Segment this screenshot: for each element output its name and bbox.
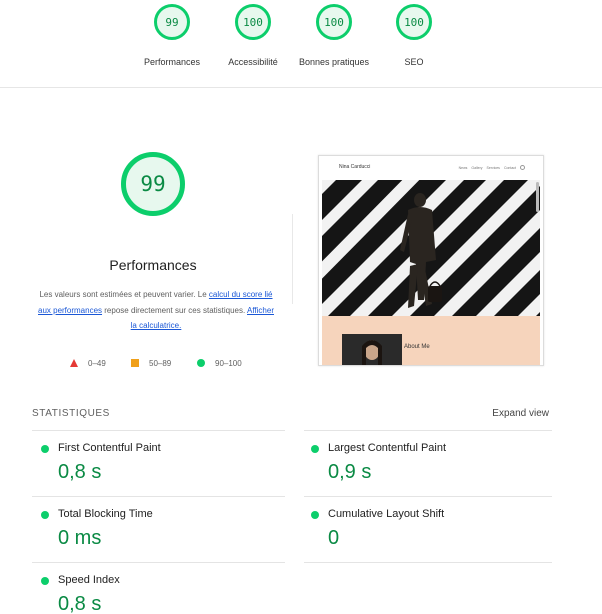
metric-value: 0,8 s bbox=[58, 461, 102, 483]
pass-icon bbox=[311, 445, 319, 453]
metric-name: First Contentful Paint bbox=[58, 442, 161, 454]
preview-nav-item: News bbox=[458, 165, 468, 170]
metric-value: 0 bbox=[328, 527, 340, 549]
category-label: Performances bbox=[143, 57, 201, 67]
category-label: SEO bbox=[404, 57, 424, 67]
performance-description: Les valeurs sont estimées et peuvent var… bbox=[34, 287, 278, 334]
score-ring: 100 bbox=[316, 4, 352, 40]
description-text: Les valeurs sont estimées et peuvent var… bbox=[39, 290, 209, 299]
score-value: 100 bbox=[404, 15, 424, 29]
performance-score-value: 99 bbox=[140, 172, 166, 196]
category-label: Accessibilité bbox=[228, 57, 278, 67]
pass-icon bbox=[41, 577, 49, 585]
metric-name: Total Blocking Time bbox=[58, 508, 153, 520]
portrait-photo bbox=[342, 334, 402, 365]
category-label: Bonnes pratiques bbox=[298, 57, 370, 67]
description-text: repose directement sur ces statistiques. bbox=[102, 305, 247, 315]
legend-item-pass: 90–100 bbox=[197, 357, 242, 369]
legend-range: 50–89 bbox=[149, 358, 172, 368]
divider bbox=[32, 430, 285, 431]
legend-item-fail: 0–49 bbox=[70, 357, 106, 369]
category-scores-bar: 99 Performances 100 Accessibilité 100 Bo… bbox=[0, 0, 602, 88]
metric-value: 0 ms bbox=[58, 527, 102, 549]
divider bbox=[304, 562, 552, 563]
circle-icon bbox=[197, 359, 205, 367]
metric-name: Cumulative Layout Shift bbox=[328, 508, 445, 520]
divider bbox=[304, 430, 552, 431]
divider bbox=[292, 214, 293, 304]
pass-icon bbox=[41, 511, 49, 519]
score-value: 99 bbox=[165, 15, 179, 29]
instagram-icon bbox=[520, 165, 525, 170]
preview-about-section: About Me bbox=[322, 316, 540, 365]
final-screenshot-preview[interactable]: Nina Carducci News Gallery Services Cont… bbox=[318, 155, 544, 366]
metric-value: 0,9 s bbox=[328, 461, 372, 483]
square-icon bbox=[131, 359, 139, 367]
score-ring: 100 bbox=[235, 4, 271, 40]
score-value: 100 bbox=[324, 15, 344, 29]
performance-score-gauge: 99 bbox=[121, 152, 185, 216]
category-gauge-performance[interactable]: 99 Performances bbox=[130, 4, 214, 67]
preview-site-name: Nina Carducci bbox=[339, 164, 371, 170]
preview-scrollbar bbox=[536, 182, 539, 212]
legend-range: 0–49 bbox=[88, 358, 106, 368]
legend-item-average: 50–89 bbox=[131, 357, 171, 369]
crosswalk-photo bbox=[322, 180, 540, 316]
divider bbox=[32, 562, 285, 563]
category-gauge-best-practices[interactable]: 100 Bonnes pratiques bbox=[292, 4, 376, 67]
divider bbox=[32, 496, 285, 497]
metric-name: Largest Contentful Paint bbox=[328, 442, 447, 454]
preview-nav-item: Gallery bbox=[471, 165, 483, 170]
legend-range: 90–100 bbox=[215, 358, 242, 368]
preview-nav-item: Contact bbox=[503, 165, 516, 170]
preview-nav-item: Services bbox=[486, 165, 500, 170]
metric-name: Speed Index bbox=[58, 574, 120, 586]
category-gauge-seo[interactable]: 100 SEO bbox=[372, 4, 456, 67]
preview-hero-image bbox=[322, 180, 540, 316]
preview-nav: News Gallery Services Contact bbox=[459, 165, 525, 170]
metric-value: 0,8 s bbox=[58, 593, 102, 614]
triangle-icon bbox=[70, 359, 78, 367]
divider bbox=[304, 496, 552, 497]
performance-title: Performances bbox=[109, 257, 197, 273]
pass-icon bbox=[41, 445, 49, 453]
preview-portrait-image bbox=[342, 334, 402, 365]
score-ring: 100 bbox=[396, 4, 432, 40]
score-ring: 99 bbox=[154, 4, 190, 40]
category-gauge-accessibility[interactable]: 100 Accessibilité bbox=[211, 4, 295, 67]
preview-site-header: Nina Carducci News Gallery Services Cont… bbox=[319, 156, 543, 180]
statistics-heading: STATISTIQUES bbox=[32, 408, 110, 419]
expand-view-toggle[interactable]: Expand view bbox=[492, 408, 549, 419]
preview-about-label: About Me bbox=[404, 344, 430, 350]
score-value: 100 bbox=[243, 15, 263, 29]
pass-icon bbox=[311, 511, 319, 519]
